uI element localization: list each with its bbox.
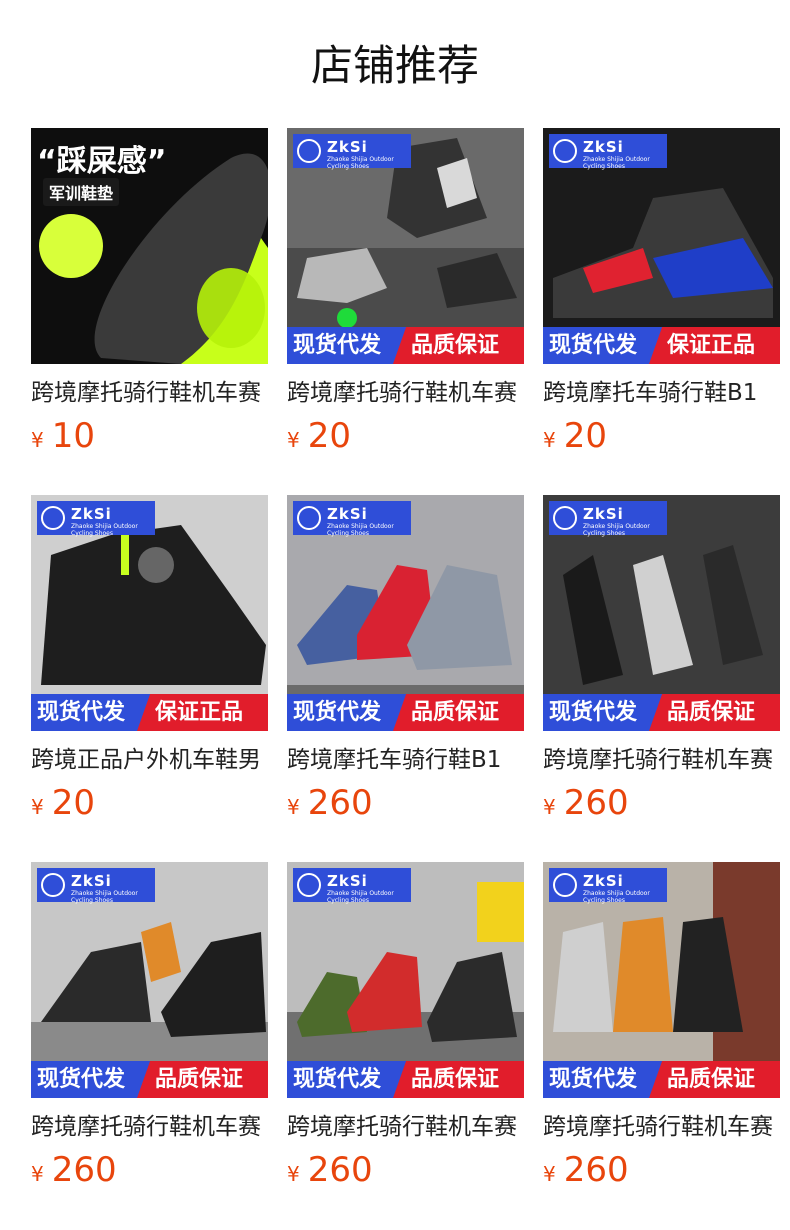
product-name[interactable]: 跨境摩托骑行鞋机车赛	[543, 1110, 780, 1144]
promo-band: 现货代发 品质保证	[31, 1061, 268, 1098]
promo-left: 现货代发	[31, 694, 153, 731]
product-card[interactable]: ZkSi Zhaoke Shijia Outdoor Cycling Shoes…	[543, 862, 780, 1190]
brand-emblem-icon	[297, 139, 321, 163]
product-price: ¥20	[31, 781, 95, 831]
product-price: ¥20	[287, 414, 351, 464]
product-image[interactable]: ZkSi Zhaoke Shijia Outdoor Cycling Shoes…	[543, 862, 780, 1098]
product-price: ¥260	[287, 1148, 373, 1198]
promo-right: 品质保证	[393, 327, 524, 364]
product-image[interactable]: ZkSi Zhaoke Shijia Outdoor Cycling Shoes…	[543, 128, 780, 364]
brand-logo: ZkSi Zhaoke Shijia Outdoor Cycling Shoes	[37, 501, 155, 537]
product-card[interactable]: ZkSi Zhaoke Shijia Outdoor Cycling Shoes…	[287, 128, 524, 456]
currency-symbol: ¥	[287, 795, 300, 819]
brand-logo: ZkSi Zhaoke Shijia Outdoor Cycling Shoes	[293, 134, 411, 170]
promo-right: 品质保证	[137, 1061, 268, 1098]
price-value: 260	[307, 1150, 373, 1190]
price-value: 10	[51, 416, 95, 456]
brand-emblem-icon	[553, 139, 577, 163]
promo-left: 现货代发	[31, 1061, 153, 1098]
promo-band: 现货代发 品质保证	[543, 694, 780, 731]
currency-symbol: ¥	[31, 795, 44, 819]
product-image[interactable]: ZkSi Zhaoke Shijia Outdoor Cycling Shoes…	[31, 862, 268, 1098]
brand-emblem-icon	[553, 873, 577, 897]
brand-emblem-icon	[553, 506, 577, 530]
product-name[interactable]: 跨境摩托骑行鞋机车赛	[543, 743, 780, 777]
product-name[interactable]: 跨境正品户外机车鞋男	[31, 743, 268, 777]
product-card[interactable]: ZkSi Zhaoke Shijia Outdoor Cycling Shoes…	[287, 495, 524, 823]
brand-emblem-icon	[297, 506, 321, 530]
product-name[interactable]: 跨境摩托骑行鞋机车赛	[31, 1110, 268, 1144]
promo-left: 现货代发	[287, 327, 409, 364]
product-price: ¥260	[287, 781, 373, 831]
product-price: ¥20	[543, 414, 607, 464]
product-name[interactable]: 跨境摩托车骑行鞋B1	[287, 743, 524, 777]
brand-emblem-icon	[41, 506, 65, 530]
brand-emblem-icon	[41, 873, 65, 897]
insole-headline: “踩屎感”	[37, 144, 167, 179]
price-value: 260	[563, 783, 629, 823]
promo-left: 现货代发	[543, 1061, 665, 1098]
currency-symbol: ¥	[543, 795, 556, 819]
product-image[interactable]: ZkSi Zhaoke Shijia Outdoor Cycling Shoes…	[287, 862, 524, 1098]
promo-right: 保证正品	[649, 327, 780, 364]
product-image[interactable]: “踩屎感” 军训鞋垫	[31, 128, 268, 364]
product-card[interactable]: “踩屎感” 军训鞋垫 跨境摩托骑行鞋机车赛 ¥10	[31, 128, 268, 456]
price-value: 260	[51, 1150, 117, 1190]
product-price: ¥260	[31, 1148, 117, 1198]
currency-symbol: ¥	[31, 428, 44, 452]
promo-band: 现货代发 保证正品	[31, 694, 268, 731]
promo-right: 品质保证	[393, 1061, 524, 1098]
brand-logo: ZkSi Zhaoke Shijia Outdoor Cycling Shoes	[293, 868, 411, 904]
product-card[interactable]: ZkSi Zhaoke Shijia Outdoor Cycling Shoes…	[31, 495, 268, 823]
product-card[interactable]: ZkSi Zhaoke Shijia Outdoor Cycling Shoes…	[31, 862, 268, 1190]
insole-tag: 军训鞋垫	[43, 178, 120, 206]
brand-logo: ZkSi Zhaoke Shijia Outdoor Cycling Shoes	[549, 134, 667, 170]
product-name[interactable]: 跨境摩托骑行鞋机车赛	[31, 376, 268, 410]
product-image[interactable]: ZkSi Zhaoke Shijia Outdoor Cycling Shoes…	[287, 128, 524, 364]
currency-symbol: ¥	[287, 1162, 300, 1186]
promo-right: 品质保证	[649, 1061, 780, 1098]
price-value: 20	[563, 416, 607, 456]
product-price: ¥260	[543, 781, 629, 831]
product-card[interactable]: ZkSi Zhaoke Shijia Outdoor Cycling Shoes…	[543, 495, 780, 823]
product-image[interactable]: ZkSi Zhaoke Shijia Outdoor Cycling Shoes…	[543, 495, 780, 731]
currency-symbol: ¥	[31, 1162, 44, 1186]
product-price: ¥10	[31, 414, 95, 464]
promo-band: 现货代发 品质保证	[287, 694, 524, 731]
promo-left: 现货代发	[543, 327, 665, 364]
promo-band: 现货代发 品质保证	[543, 1061, 780, 1098]
product-card[interactable]: ZkSi Zhaoke Shijia Outdoor Cycling Shoes…	[543, 128, 780, 456]
product-name[interactable]: 跨境摩托车骑行鞋B1	[543, 376, 780, 410]
brand-logo: ZkSi Zhaoke Shijia Outdoor Cycling Shoes	[37, 868, 155, 904]
promo-left: 现货代发	[287, 694, 409, 731]
product-name[interactable]: 跨境摩托骑行鞋机车赛	[287, 1110, 524, 1144]
currency-symbol: ¥	[543, 1162, 556, 1186]
currency-symbol: ¥	[287, 428, 300, 452]
brand-logo: ZkSi Zhaoke Shijia Outdoor Cycling Shoes	[293, 501, 411, 537]
currency-symbol: ¥	[543, 428, 556, 452]
brand-emblem-icon	[297, 873, 321, 897]
price-value: 20	[51, 783, 95, 823]
promo-band: 现货代发 品质保证	[287, 1061, 524, 1098]
promo-left: 现货代发	[543, 694, 665, 731]
promo-right: 保证正品	[137, 694, 268, 731]
promo-band: 现货代发 品质保证	[287, 327, 524, 364]
promo-right: 品质保证	[393, 694, 524, 731]
product-card[interactable]: ZkSi Zhaoke Shijia Outdoor Cycling Shoes…	[287, 862, 524, 1190]
product-image[interactable]: ZkSi Zhaoke Shijia Outdoor Cycling Shoes…	[31, 495, 268, 731]
price-value: 20	[307, 416, 351, 456]
price-value: 260	[563, 1150, 629, 1190]
price-value: 260	[307, 783, 373, 823]
product-price: ¥260	[543, 1148, 629, 1198]
section-title: 店铺推荐	[310, 41, 479, 90]
product-name[interactable]: 跨境摩托骑行鞋机车赛	[287, 376, 524, 410]
brand-logo: ZkSi Zhaoke Shijia Outdoor Cycling Shoes	[549, 501, 667, 537]
promo-right: 品质保证	[649, 694, 780, 731]
brand-logo: ZkSi Zhaoke Shijia Outdoor Cycling Shoes	[549, 868, 667, 904]
product-image[interactable]: ZkSi Zhaoke Shijia Outdoor Cycling Shoes…	[287, 495, 524, 731]
promo-band: 现货代发 保证正品	[543, 327, 780, 364]
promo-left: 现货代发	[287, 1061, 409, 1098]
